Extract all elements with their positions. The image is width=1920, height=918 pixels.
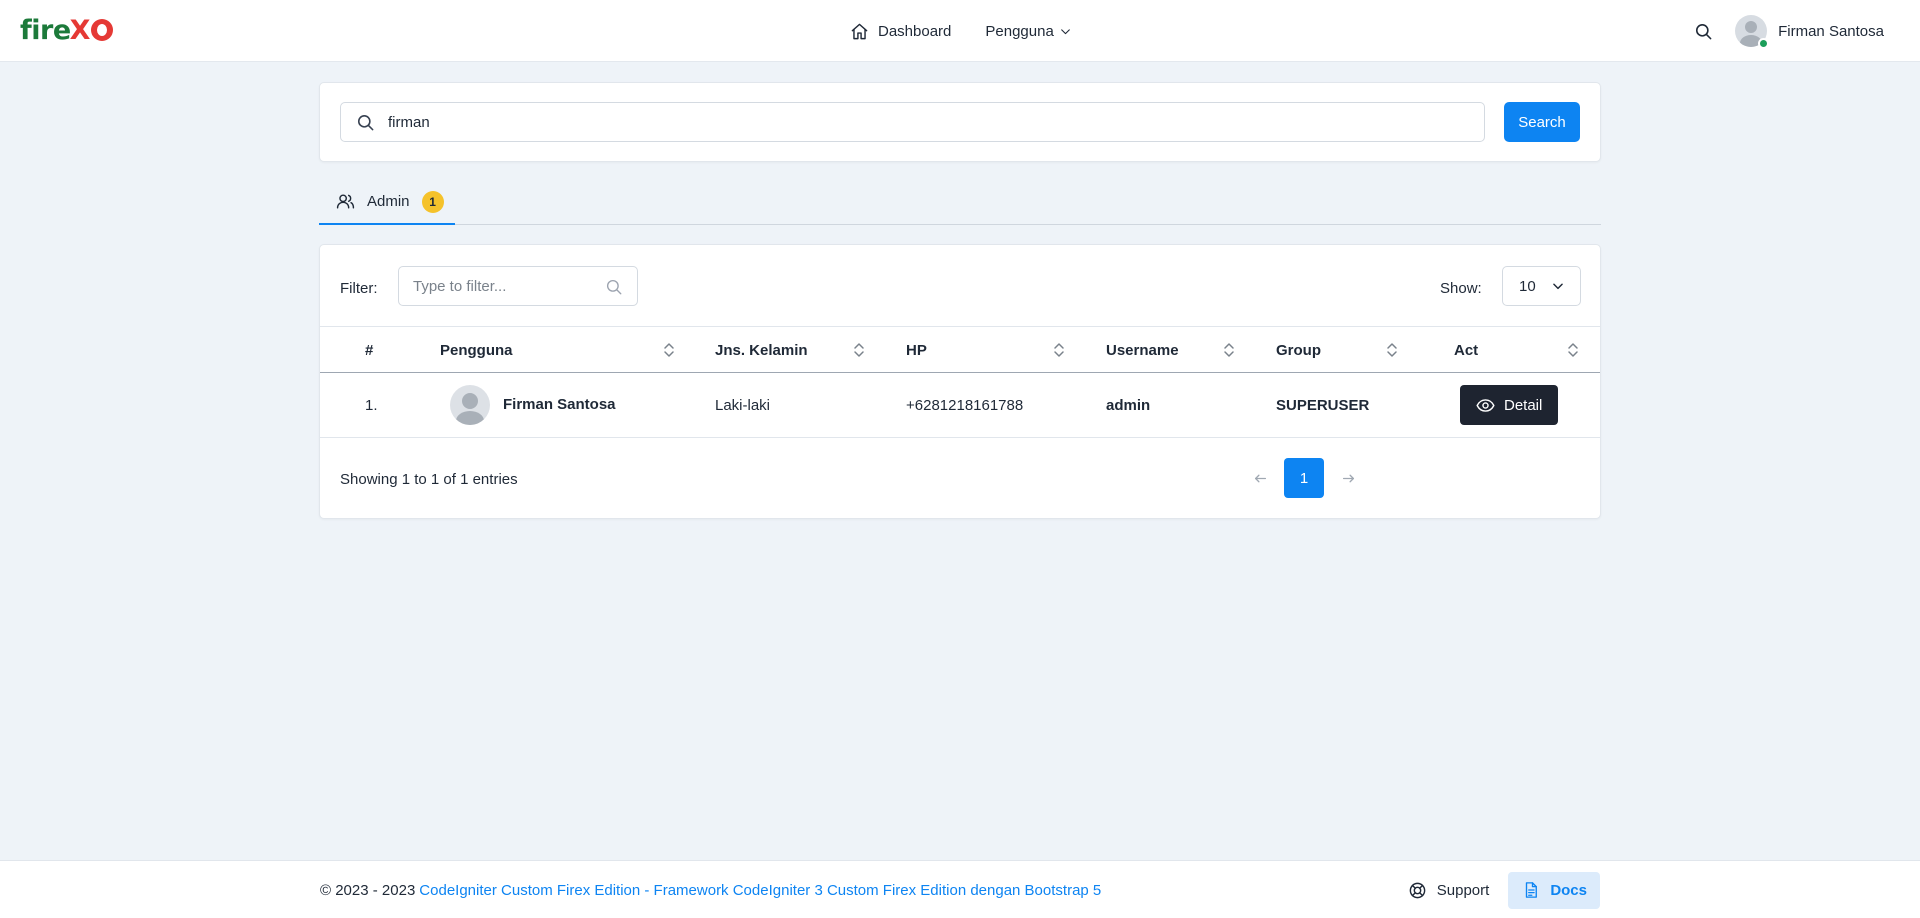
tab-label-admin: Admin (367, 193, 410, 210)
cell-group: SUPERUSER (1276, 396, 1370, 414)
eye-icon (1476, 398, 1495, 412)
column-header-group[interactable]: Group (1276, 327, 1321, 373)
footer-framework-link[interactable]: CodeIgniter Custom Firex Edition - Frame… (419, 882, 1101, 899)
sort-icon[interactable] (663, 342, 675, 358)
table-card: Filter: Show: 10 # Pengguna Jns. Kelamin… (319, 244, 1601, 519)
cell-number: 1. (365, 396, 378, 414)
user-menu[interactable]: Firman Santosa (1735, 15, 1884, 49)
pagination: 1 (1240, 458, 1368, 498)
user-avatar (1735, 15, 1770, 49)
footer-copyright: © 2023 - 2023 CodeIgniter Custom Firex E… (320, 861, 1101, 918)
nav-label-dashboard: Dashboard (878, 22, 952, 40)
page-size-select[interactable]: 10 (1502, 266, 1581, 306)
search-icon[interactable] (1694, 22, 1713, 41)
detail-button[interactable]: Detail (1460, 385, 1558, 425)
docs-button[interactable]: Docs (1508, 871, 1600, 909)
lifebuoy-icon (1409, 882, 1426, 898)
show-label: Show: (1440, 280, 1482, 297)
home-icon (851, 23, 868, 39)
sort-icon[interactable] (1386, 342, 1398, 358)
nav-label-pengguna: Pengguna (985, 22, 1054, 40)
table-info: Showing 1 to 1 of 1 entries (340, 471, 518, 488)
online-status-dot (1758, 38, 1770, 49)
nav-right: Firman Santosa (1694, 0, 1884, 62)
sort-icon[interactable] (1053, 342, 1065, 358)
footer: © 2023 - 2023 CodeIgniter Custom Firex E… (0, 860, 1920, 918)
table-header: # Pengguna Jns. Kelamin HP Username Grou… (320, 326, 1600, 373)
cell-gender: Laki-laki (715, 396, 771, 414)
nav-item-dashboard[interactable]: Dashboard (850, 22, 951, 41)
copyright-text: © 2023 - 2023 (320, 881, 416, 899)
column-header-username[interactable]: Username (1106, 327, 1179, 373)
user-name: Firman Santosa (1778, 22, 1884, 40)
logo-mark: X (69, 14, 91, 46)
next-page-arrow-icon[interactable] (1328, 458, 1368, 498)
search-input[interactable] (388, 113, 1388, 131)
flame-icon (91, 19, 114, 41)
chevron-down-icon (1553, 283, 1563, 290)
sort-icon[interactable] (853, 342, 865, 358)
column-header-number[interactable]: # (365, 327, 373, 373)
brand-logo[interactable]: fire X (20, 13, 114, 47)
search-button[interactable]: Search (1504, 102, 1580, 142)
avatar (450, 385, 490, 425)
document-icon (1526, 882, 1538, 898)
filter-field[interactable] (398, 266, 638, 306)
tab-bar: Admin 1 (319, 180, 1601, 225)
docs-label: Docs (1550, 881, 1587, 899)
table-row: 1. Firman Santosa Laki-laki +62812181617… (320, 373, 1600, 438)
search-icon (606, 279, 622, 295)
footer-actions: Support Docs (1408, 861, 1600, 918)
nav-item-pengguna[interactable]: Pengguna (985, 23, 1071, 40)
cell-pengguna: Firman Santosa (450, 373, 616, 437)
column-header-act[interactable]: Act (1454, 327, 1478, 373)
search-icon (357, 114, 374, 130)
main-nav: Dashboard Pengguna (850, 0, 1072, 62)
filter-label: Filter: (340, 280, 378, 297)
column-header-pengguna[interactable]: Pengguna (440, 327, 513, 373)
logo-text: fire (20, 14, 71, 46)
chevron-down-icon (1060, 28, 1070, 34)
page-size-value: 10 (1519, 277, 1536, 295)
cell-phone: +6281218161788 (906, 396, 1024, 414)
sort-icon[interactable] (1567, 342, 1579, 358)
detail-button-label: Detail (1504, 396, 1543, 414)
top-navbar: fire X Dashboard Pengguna Firman Santosa (0, 0, 1920, 62)
column-header-hp[interactable]: HP (906, 327, 927, 373)
support-link[interactable]: Support (1408, 881, 1490, 900)
users-icon (336, 194, 355, 209)
column-header-gender[interactable]: Jns. Kelamin (715, 327, 808, 373)
filter-input[interactable] (413, 277, 593, 295)
prev-page-arrow-icon[interactable] (1240, 458, 1280, 498)
page-number-current[interactable]: 1 (1284, 458, 1324, 498)
support-label: Support (1436, 881, 1490, 899)
user-full-name[interactable]: Firman Santosa (503, 396, 616, 413)
cell-act: Detail (1460, 373, 1558, 437)
search-field[interactable] (340, 102, 1485, 142)
search-card: Search (319, 82, 1601, 162)
tab-count-badge: 1 (421, 190, 444, 213)
cell-username: admin (1106, 396, 1151, 414)
sort-icon[interactable] (1223, 342, 1235, 358)
tab-admin[interactable]: Admin 1 (319, 180, 455, 225)
